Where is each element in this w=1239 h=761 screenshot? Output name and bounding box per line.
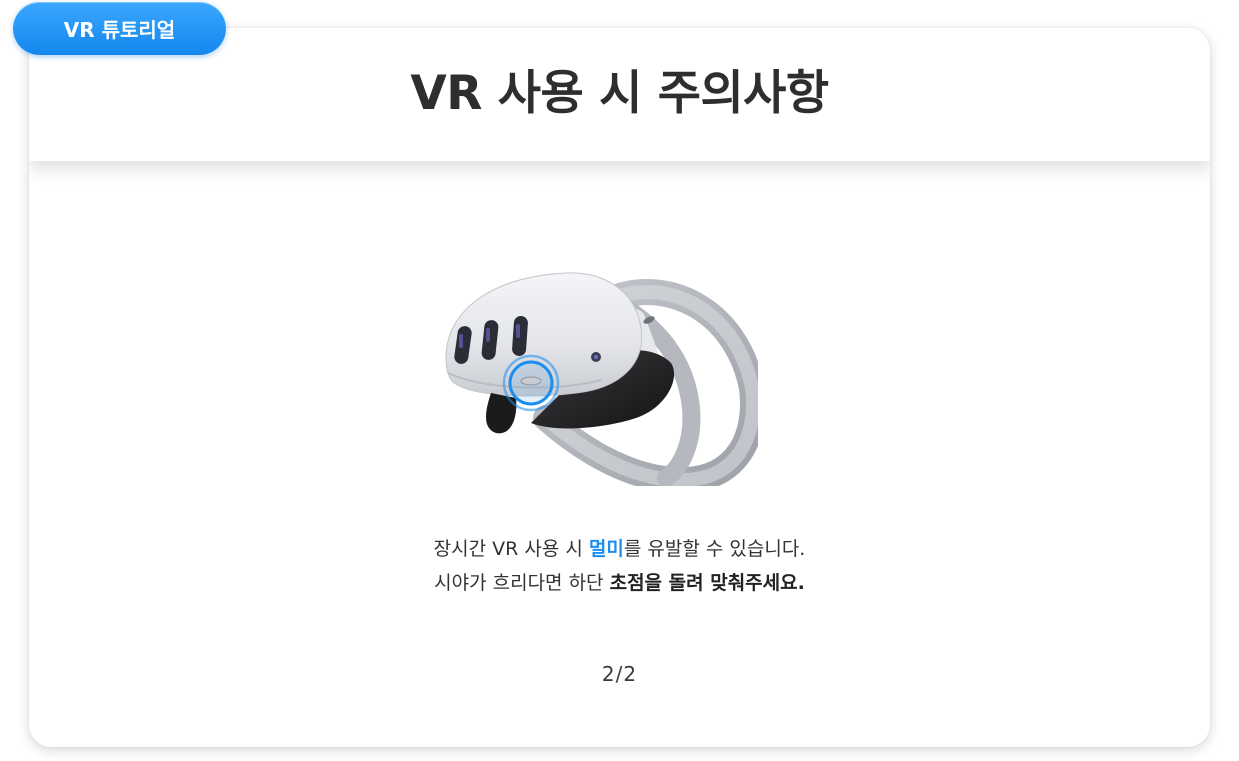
line2-text: 시야가 흐리다면 하단 [434,572,610,594]
instruction-line-2: 시야가 흐리다면 하단 초점을 돌려 맞춰주세요. [29,566,1210,600]
focus-dial-highlight [502,354,560,412]
tutorial-screen: VR 튜토리얼 VR 사용 시 주의사항 장시간 VR 사용 시 멀미를 유발할… [0,0,1239,761]
page-title: VR 사용 시 주의사항 [410,66,829,121]
focus-instruction-emphasis: 초점을 돌려 맞춰주세요. [609,572,805,594]
tutorial-badge-label: VR 튜토리얼 [63,18,176,42]
vr-headset-illustration [445,272,758,486]
tutorial-card: VR 사용 시 주의사항 장시간 VR 사용 시 멀미를 유발할 수 있습니다.… [29,28,1210,747]
motion-sickness-highlight: 멀미 [588,538,624,560]
instruction-line-1: 장시간 VR 사용 시 멀미를 유발할 수 있습니다. [29,532,1210,566]
line1-text-end: 를 유발할 수 있습니다. [623,538,806,560]
instruction-text: 장시간 VR 사용 시 멀미를 유발할 수 있습니다. 시야가 흐리다면 하단 … [29,532,1210,600]
line1-text: 장시간 VR 사용 시 [433,538,589,560]
tutorial-badge: VR 튜토리얼 [13,2,226,55]
page-indicator: 2/2 [601,662,638,686]
